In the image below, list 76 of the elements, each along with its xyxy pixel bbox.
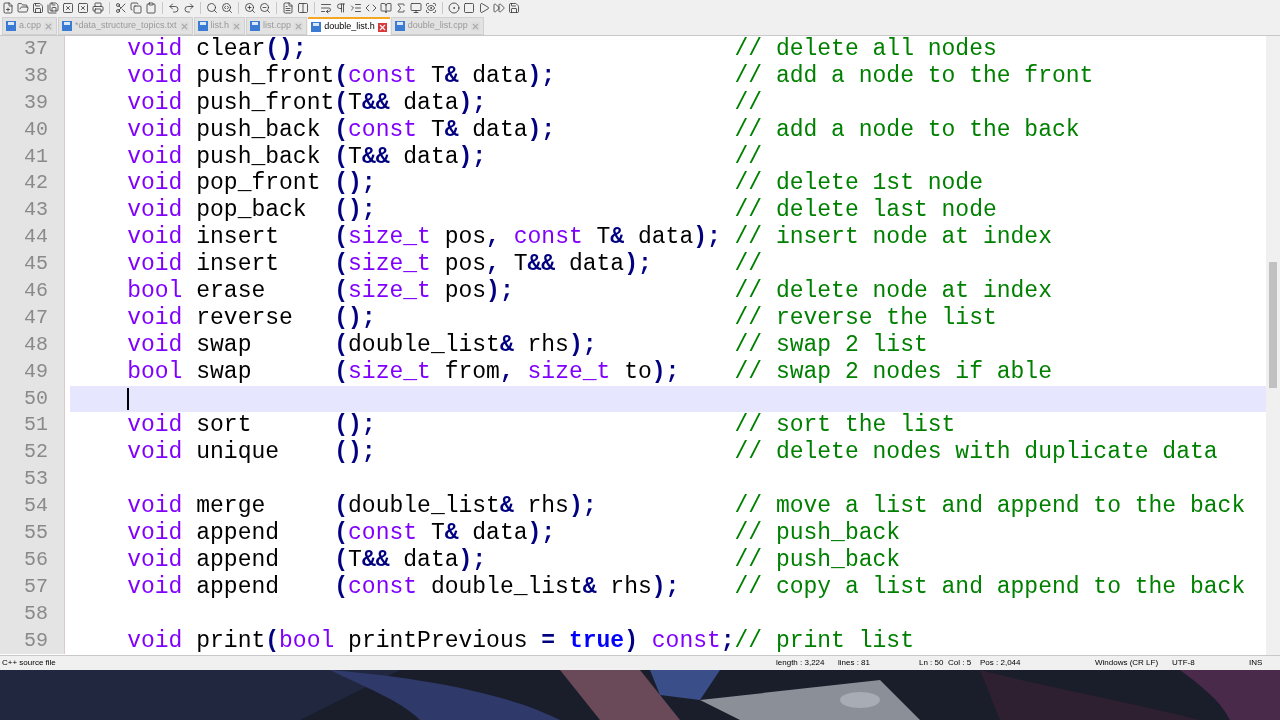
file-icon [250, 21, 261, 31]
file-tab[interactable]: *data_structure_topics.txt [58, 17, 193, 35]
scissors-icon[interactable] [115, 2, 127, 14]
position-status: Pos : 2,044 [980, 658, 1021, 667]
folder-icon[interactable] [17, 2, 29, 14]
encoding-status: UTF-8 [1172, 658, 1195, 667]
line-number: 42 [24, 170, 48, 197]
line-status: Ln : 50 [919, 658, 944, 667]
line-number: 39 [24, 89, 48, 116]
line-number: 44 [24, 224, 48, 251]
line-number: 47 [24, 304, 48, 331]
column-status: Col : 5 [948, 658, 972, 667]
code-icon[interactable] [365, 2, 377, 14]
save-icon[interactable] [32, 2, 44, 14]
new-file-icon[interactable] [2, 2, 14, 14]
line-number: 59 [24, 627, 48, 654]
line-number: 40 [24, 116, 48, 143]
close-icon[interactable] [62, 2, 74, 14]
scrollbar-thumb[interactable] [1269, 262, 1277, 388]
stop-icon[interactable] [463, 2, 475, 14]
save-macro-icon[interactable] [508, 2, 520, 14]
file-tab[interactable]: double_list.cpp [390, 17, 484, 35]
wrap-icon[interactable] [320, 2, 332, 14]
file-icon [197, 21, 208, 31]
file-icon [311, 22, 322, 32]
file-tab[interactable]: list.h [193, 17, 246, 35]
lines-status: lines : 81 [838, 658, 871, 667]
text-cursor [127, 388, 130, 410]
indent-icon[interactable] [350, 2, 362, 14]
file-icon [394, 21, 405, 31]
line-number: 50 [24, 385, 48, 412]
line-number: 55 [24, 520, 48, 547]
pilcrow-icon[interactable] [335, 2, 347, 14]
redo-icon[interactable] [183, 2, 195, 14]
line-number: 49 [24, 358, 48, 385]
undo-icon[interactable] [168, 2, 180, 14]
line-number: 45 [24, 251, 48, 278]
line-number: 38 [24, 62, 48, 89]
line-number: 58 [24, 600, 48, 627]
eol-status: Windows (CR LF) [1095, 658, 1159, 667]
file-type: C++ source file [2, 658, 56, 667]
line-number: 57 [24, 573, 48, 600]
line-number: 54 [24, 493, 48, 520]
line-number: 41 [24, 143, 48, 170]
copy-icon[interactable] [130, 2, 142, 14]
eye-icon[interactable] [425, 2, 437, 14]
file-tab[interactable]: double_list.h [308, 17, 390, 35]
line-number: 52 [24, 439, 48, 466]
close-icon[interactable] [377, 22, 387, 32]
scrollbar[interactable] [1266, 36, 1280, 655]
file-icon [6, 21, 16, 31]
zoom-in-icon[interactable] [244, 2, 256, 14]
line-number: 37 [24, 36, 48, 62]
printer-icon[interactable] [92, 2, 104, 14]
play-icon[interactable] [478, 2, 490, 14]
book-icon[interactable] [380, 2, 392, 14]
clipboard-icon[interactable] [145, 2, 157, 14]
line-number: 48 [24, 331, 48, 358]
record-icon[interactable] [448, 2, 460, 14]
monitor-icon[interactable] [410, 2, 422, 14]
file-icon [62, 21, 73, 31]
zoom-out-icon[interactable] [259, 2, 271, 14]
line-number: 56 [24, 546, 48, 573]
line-number: 43 [24, 197, 48, 224]
search-icon[interactable] [206, 2, 218, 14]
line-number: 51 [24, 412, 48, 439]
document-icon[interactable] [282, 2, 294, 14]
line-number: 53 [24, 466, 48, 493]
line-number: 46 [24, 278, 48, 304]
columns-icon[interactable] [297, 2, 309, 14]
file-tab[interactable]: list.cpp [246, 17, 308, 35]
length-status: length : 3,224 [776, 658, 825, 667]
save-all-icon[interactable] [47, 2, 59, 14]
file-tab[interactable]: a.cpp [2, 17, 58, 35]
mode-status: INS [1249, 657, 1263, 669]
fast-forward-icon[interactable] [493, 2, 505, 14]
